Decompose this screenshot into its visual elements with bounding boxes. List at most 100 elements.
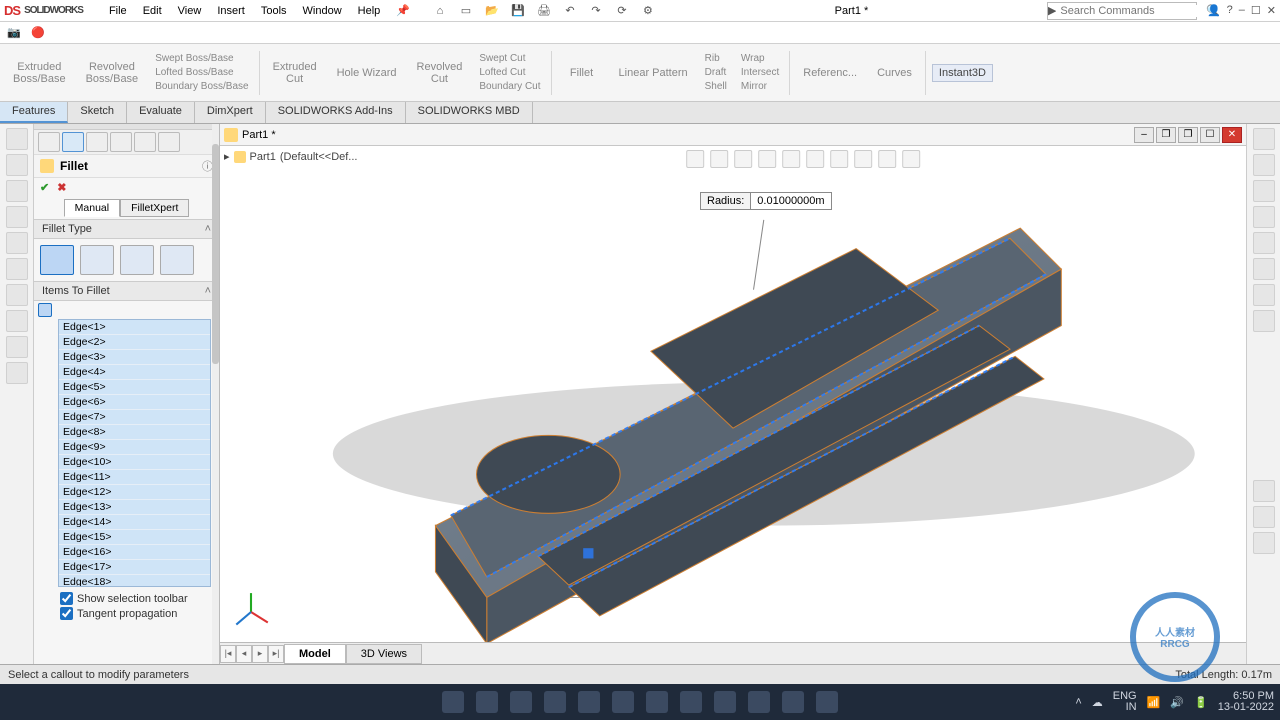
- tray-cloud-icon[interactable]: ☁: [1092, 696, 1103, 709]
- pm-section-fillet-type[interactable]: Fillet Type˄: [34, 219, 219, 239]
- pm-tab-property[interactable]: [62, 132, 84, 152]
- pm-edges-list[interactable]: Edge<1>Edge<2>Edge<3>Edge<4>Edge<5>Edge<…: [58, 319, 211, 587]
- fillet-type-face[interactable]: [120, 245, 154, 275]
- cmd-revolved-cut[interactable]: Revolved Cut: [410, 58, 470, 88]
- cmd-wrap-intersect-mirror[interactable]: WrapIntersectMirror: [737, 52, 783, 93]
- cmd-fillet[interactable]: Fillet: [558, 64, 606, 82]
- tab-prev-icon[interactable]: ◂: [236, 645, 252, 663]
- edge-list-item[interactable]: Edge<15>: [59, 530, 210, 545]
- taskbar-solidworks-icon[interactable]: [816, 691, 838, 713]
- view-triad[interactable]: [230, 591, 272, 636]
- pm-tab-dimxpert[interactable]: [110, 132, 132, 152]
- rtool-5[interactable]: [1253, 232, 1275, 254]
- rtool-10[interactable]: [1253, 506, 1275, 528]
- minimize-icon[interactable]: –: [1239, 4, 1245, 17]
- taskbar-photos-icon[interactable]: [748, 691, 770, 713]
- fillet-type-variable[interactable]: [80, 245, 114, 275]
- tab-addins[interactable]: SOLIDWORKS Add-Ins: [266, 102, 406, 123]
- cmd-swept-loft-boundary[interactable]: Swept Boss/BaseLofted Boss/BaseBoundary …: [151, 52, 252, 93]
- rtool-9[interactable]: [1253, 480, 1275, 502]
- bottom-tab-model[interactable]: Model: [284, 644, 346, 664]
- menu-pin-icon[interactable]: 📌: [388, 1, 418, 20]
- save-icon[interactable]: 💾: [510, 3, 526, 19]
- taskbar-explorer-icon[interactable]: [612, 691, 634, 713]
- redo-icon[interactable]: ↷: [588, 3, 604, 19]
- doc-minimize-icon[interactable]: –: [1134, 127, 1154, 143]
- edge-list-item[interactable]: Edge<2>: [59, 335, 210, 350]
- cmd-swept-loft-boundary-cut[interactable]: Swept CutLofted CutBoundary Cut: [475, 52, 544, 93]
- help-icon[interactable]: ?: [1227, 4, 1233, 17]
- taskbar-brave-icon[interactable]: [714, 691, 736, 713]
- tab-dimxpert[interactable]: DimXpert: [195, 102, 266, 123]
- ltool-6[interactable]: [6, 258, 28, 280]
- cmd-extruded-boss[interactable]: Extruded Boss/Base: [6, 58, 73, 88]
- taskbar-taskview-icon[interactable]: [510, 691, 532, 713]
- edge-list-item[interactable]: Edge<13>: [59, 500, 210, 515]
- edge-list-item[interactable]: Edge<7>: [59, 410, 210, 425]
- rtool-7[interactable]: [1253, 284, 1275, 306]
- tray-battery-icon[interactable]: 🔋: [1194, 696, 1208, 709]
- options-icon[interactable]: ⚙: [640, 3, 656, 19]
- rtool-11[interactable]: [1253, 532, 1275, 554]
- ltool-1[interactable]: [6, 128, 28, 150]
- doc-close-icon[interactable]: ✕: [1222, 127, 1242, 143]
- taskbar-start-icon[interactable]: [442, 691, 464, 713]
- edge-list-item[interactable]: Edge<17>: [59, 560, 210, 575]
- tab-features[interactable]: Features: [0, 102, 68, 123]
- rtool-2[interactable]: [1253, 154, 1275, 176]
- open-icon[interactable]: 📂: [484, 3, 500, 19]
- tab-next-icon[interactable]: ▸: [252, 645, 268, 663]
- user-icon[interactable]: 👤: [1207, 4, 1221, 17]
- tab-evaluate[interactable]: Evaluate: [127, 102, 195, 123]
- chk-show-sel-toolbar[interactable]: Show selection toolbar: [60, 591, 209, 606]
- new-icon[interactable]: ▭: [458, 3, 474, 19]
- cmd-revolved-boss[interactable]: Revolved Boss/Base: [79, 58, 146, 88]
- pm-tab-manual[interactable]: Manual: [64, 199, 120, 217]
- bottom-tab-3dviews[interactable]: 3D Views: [346, 644, 422, 664]
- tab-last-icon[interactable]: ▸|: [268, 645, 284, 663]
- edge-list-item[interactable]: Edge<5>: [59, 380, 210, 395]
- tab-sketch[interactable]: Sketch: [68, 102, 127, 123]
- pm-tab-appearance[interactable]: [158, 132, 180, 152]
- print-icon[interactable]: 🖨: [536, 3, 552, 19]
- taskbar-linkedin-icon[interactable]: [680, 691, 702, 713]
- cmd-instant3d[interactable]: Instant3D: [932, 64, 993, 82]
- pm-tab-feature-tree[interactable]: [38, 132, 60, 152]
- ltool-7[interactable]: [6, 284, 28, 306]
- pm-ok-button[interactable]: ✔: [40, 181, 49, 194]
- taskbar-rec-icon[interactable]: [782, 691, 804, 713]
- edge-list-item[interactable]: Edge<6>: [59, 395, 210, 410]
- tray-clock[interactable]: 6:50 PM13-01-2022: [1218, 691, 1274, 713]
- cmd-rib-draft-shell[interactable]: RibDraftShell: [701, 52, 731, 93]
- screenshot-icon[interactable]: 📷: [6, 25, 22, 41]
- pm-tab-config[interactable]: [86, 132, 108, 152]
- cmd-extruded-cut[interactable]: Extruded Cut: [266, 58, 324, 88]
- doc-restore1-icon[interactable]: ❐: [1156, 127, 1176, 143]
- search-commands[interactable]: ▶ 🔍: [1047, 2, 1197, 20]
- maximize-icon[interactable]: ☐: [1251, 4, 1261, 17]
- undo-icon[interactable]: ↶: [562, 3, 578, 19]
- edge-list-item[interactable]: Edge<3>: [59, 350, 210, 365]
- tray-volume-icon[interactable]: 🔊: [1170, 696, 1184, 709]
- menu-edit[interactable]: Edit: [135, 2, 170, 20]
- close-icon[interactable]: ✕: [1267, 4, 1276, 17]
- chk-tangent-prop[interactable]: Tangent propagation: [60, 606, 209, 621]
- ltool-9[interactable]: [6, 336, 28, 358]
- edge-list-item[interactable]: Edge<10>: [59, 455, 210, 470]
- menu-tools[interactable]: Tools: [253, 2, 295, 20]
- ltool-8[interactable]: [6, 310, 28, 332]
- record-icon[interactable]: 🔴: [30, 25, 46, 41]
- taskbar-todo-icon[interactable]: [646, 691, 668, 713]
- ltool-2[interactable]: [6, 154, 28, 176]
- edge-list-item[interactable]: Edge<1>: [59, 320, 210, 335]
- ltool-3[interactable]: [6, 180, 28, 202]
- ltool-10[interactable]: [6, 362, 28, 384]
- fillet-type-full-round[interactable]: [160, 245, 194, 275]
- menu-insert[interactable]: Insert: [209, 2, 253, 20]
- fillet-type-constant[interactable]: [40, 245, 74, 275]
- cmd-hole-wizard[interactable]: Hole Wizard: [330, 64, 404, 82]
- tab-mbd[interactable]: SOLIDWORKS MBD: [406, 102, 533, 123]
- edge-list-item[interactable]: Edge<8>: [59, 425, 210, 440]
- pm-section-items[interactable]: Items To Fillet˄: [34, 281, 219, 301]
- edge-list-item[interactable]: Edge<18>: [59, 575, 210, 587]
